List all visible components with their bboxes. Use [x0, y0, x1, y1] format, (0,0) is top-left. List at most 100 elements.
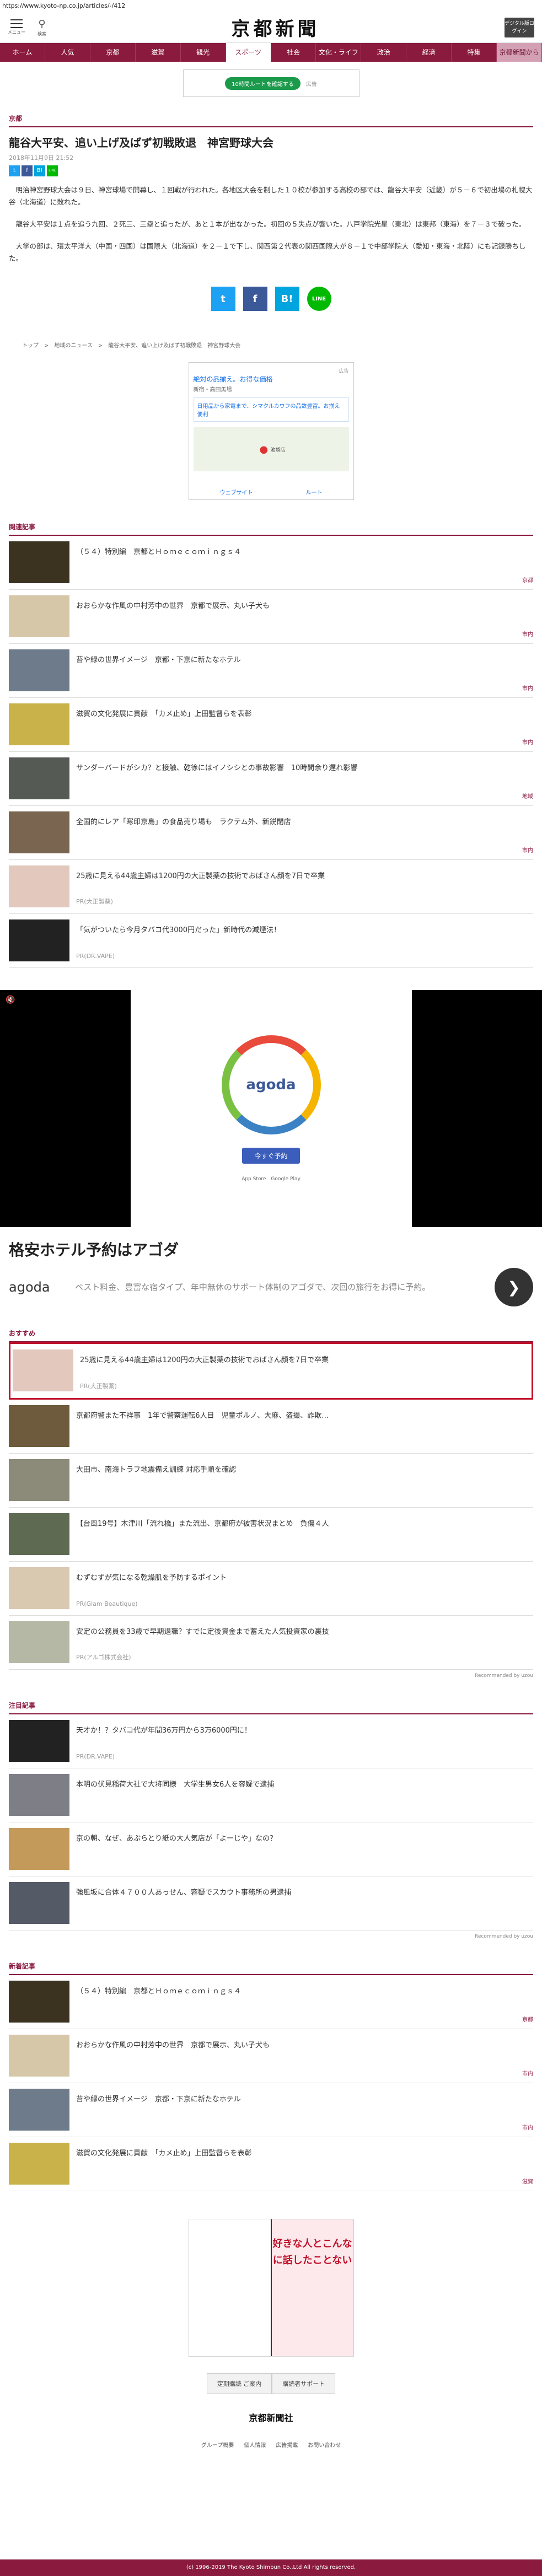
list-item[interactable]: 強風坂に合体４７００人あっせん、容疑でスカウト事務所の男逮捕 [9, 1876, 533, 1930]
list-item[interactable]: 滋賀の文化発展に貢献 「カメ止め」上田監督らを表彰滋賀 [9, 2137, 533, 2191]
twitter-share-button[interactable]: t [211, 287, 235, 311]
list-item-title[interactable]: 滋賀の文化発展に貢献 「カメ止め」上田監督らを表彰 [76, 703, 252, 746]
footer-link[interactable]: 個人情報 [244, 2440, 266, 2449]
thumbnail [9, 1720, 69, 1762]
nav-popular[interactable]: 人気 [45, 43, 90, 62]
list-item-title[interactable]: 滋賀の文化発展に貢献 「カメ止め」上田監督らを表彰 [76, 2143, 252, 2185]
map-ad-map[interactable]: ● 池袋店 [193, 427, 349, 471]
list-item[interactable]: 25歳に見える44歳主婦は1200円の大正製薬の技術でおばさん顔を7日で卒業 PR… [13, 1344, 529, 1398]
arrow-right-icon[interactable]: ❯ [495, 1268, 533, 1306]
list-item-title[interactable]: おおらかな作風の中村芳中の世界 京都で展示、丸い子犬も [76, 2035, 270, 2077]
line-share-button[interactable]: LINE [307, 287, 331, 311]
footer-link[interactable]: グループ概要 [201, 2440, 234, 2449]
list-item[interactable]: 「気がついたら今月タバコ代3000円だった」新時代の減煙法！ PR(DR.VAPE… [9, 914, 533, 968]
footer-logo[interactable]: 京都新聞社 [0, 2411, 542, 2424]
site-logo[interactable]: 京都新聞 [232, 14, 320, 41]
list-item[interactable]: むずむずが気になる乾燥肌を予防するポイント PR(Glam Beautique) [9, 1562, 533, 1616]
map-ad[interactable]: 広告 絶対の品揃え。お得な価格 新宿・高田馬場 日用品から家電まで、シマクルカウ… [188, 362, 354, 500]
menu-button[interactable]: メニュー [8, 19, 25, 35]
nav-sports[interactable]: スポーツ [226, 43, 271, 62]
nav-kyoto[interactable]: 京都 [90, 43, 136, 62]
list-item-title[interactable]: 全国的にレア「寒印京島」の食品売り場も ラクテム外、新鋭閉店 [76, 811, 291, 854]
map-ad-title[interactable]: 絶対の品揃え。お得な価格 [194, 374, 349, 384]
list-item-title[interactable]: 25歳に見える44歳主婦は1200円の大正製薬の技術でおばさん顔を7日で卒業 [80, 1349, 329, 1392]
list-item[interactable]: 京の朝、なぜ、あぶらとり紙の大人気店が「よーじや」なの？ [9, 1822, 533, 1876]
twitter-icon[interactable]: t [9, 165, 20, 176]
address-bar[interactable]: https://www.kyoto-np.co.jp/articles/-/41… [0, 0, 542, 12]
list-item[interactable]: 【台風19号】木津川「流れ橋」また流出、京都府が被害状況まとめ 負傷４人 [9, 1508, 533, 1562]
thumbnail [9, 1405, 69, 1447]
list-item-title[interactable]: 大田市、南海トラフ地震備え訓練 対応手順を確認 [76, 1459, 236, 1502]
thumbnail [9, 1513, 69, 1555]
hatena-icon[interactable]: B! [34, 165, 45, 176]
breadcrumb[interactable]: トップ > 地域のニュース > 龍谷大平安、追い上げ及ばず初戦敗退 神宮野球大会 [22, 341, 520, 349]
list-item-title[interactable]: 京の朝、なぜ、あぶらとり紙の大人気店が「よーじや」なの？ [76, 1828, 277, 1870]
facebook-icon[interactable]: f [22, 165, 33, 176]
list-item[interactable]: 苔や緑の世界イメージ 京都・下京に新たなホテル 市内 [9, 644, 533, 698]
list-item-title[interactable]: （５４）特別編 京都とＨｏｍｅｃｏｍｉｎｇｓ４ [76, 1981, 241, 2023]
nav-shiga[interactable]: 滋賀 [136, 43, 181, 62]
recommended-by[interactable]: Recommended by uzou [9, 1673, 533, 1679]
nav-culture[interactable]: 文化・ライフ [316, 43, 362, 62]
line-icon[interactable]: LINE [47, 165, 58, 176]
nav-society[interactable]: 社会 [271, 43, 316, 62]
search-button[interactable]: ⚲ 検索 [37, 18, 46, 37]
list-item-title[interactable]: サンダーバードがシカ？と接触、乾徐にはイノシシとの事故影響 10時間余り遅れ影響 [76, 757, 357, 800]
highlighted-item[interactable]: 25歳に見える44歳主婦は1200円の大正製薬の技術でおばさん顔を7日で卒業 PR… [9, 1342, 533, 1400]
footer-link[interactable]: 広告掲載 [276, 2440, 298, 2449]
list-item[interactable]: おおらかな作風の中村芳中の世界 京都で展示、丸い子犬も 市内 [9, 2029, 533, 2083]
list-item[interactable]: 京都府警また不祥事 1年で警察運転6人目 児童ポルノ、大麻、盗撮、詐欺… [9, 1400, 533, 1454]
nav-economy[interactable]: 経済 [406, 43, 452, 62]
footer-link[interactable]: お問い合わせ [308, 2440, 341, 2449]
list-item[interactable]: 苔や緑の世界イメージ 京都・下京に新たなホテル 市内 [9, 2083, 533, 2137]
list-item-title[interactable]: 本明の伏見稲荷大社で大将同様 大学生男女6人を容疑で逮捕 [76, 1774, 274, 1816]
list-item[interactable]: （５４）特別編 京都とＨｏｍｅｃｏｍｉｎｇｓ４ 京都 [9, 536, 533, 590]
list-item-title[interactable]: 苔や緑の世界イメージ 京都・下京に新たなホテル [76, 649, 241, 692]
list-item[interactable]: 天才か！？タバコ代が年間36万円から3万6000円に！ PR(DR.VAPE) [9, 1714, 533, 1768]
route-button[interactable]: ルート [306, 488, 323, 496]
list-item[interactable]: 25歳に見える44歳主婦は1200円の大正製薬の技術でおばさん顔を7日で卒業 PR… [9, 860, 533, 914]
list-item[interactable]: （５４）特別編 京都とＨｏｍｅｃｏｍｉｎｇｓ４ 京都 [9, 1975, 533, 2029]
list-item-title[interactable]: 苔や緑の世界イメージ 京都・下京に新たなホテル [76, 2089, 241, 2131]
thumbnail [9, 1981, 69, 2023]
article-category[interactable]: 京都 [9, 114, 533, 127]
recommended-by[interactable]: Recommended by uzou [9, 1934, 533, 1939]
list-item-title[interactable]: 【台風19号】木津川「流れ橋」また流出、京都府が被害状況まとめ 負傷４人 [76, 1513, 329, 1556]
map-ad-body: 日用品から家電まで、シマクルカウフの品数豊富。お揃え便利 [193, 397, 349, 422]
digital-login-button[interactable]: デジタル版ログイン [505, 17, 534, 37]
nav-from-kyoto[interactable]: 京都新聞から [497, 43, 542, 62]
ad-route-button[interactable]: 10時間ルートを確認する [225, 77, 300, 90]
list-item-title[interactable]: 強風坂に合体４７００人あっせん、容疑でスカウト事務所の男逮捕 [76, 1882, 291, 1924]
mute-icon[interactable]: 🔇 [6, 996, 15, 1004]
list-item-tag: 滋賀 [522, 2179, 533, 2185]
website-button[interactable]: ウェブサイト [220, 488, 253, 496]
facebook-share-button[interactable]: f [243, 287, 267, 311]
list-item[interactable]: 滋賀の文化発展に貢献 「カメ止め」上田監督らを表彰 市内 [9, 698, 533, 752]
app-store-badges[interactable]: App Store Google Play [242, 1175, 300, 1182]
list-item-tag: 京都 [522, 2017, 533, 2023]
top-banner-ad[interactable]: 10時間ルートを確認する 広告 [183, 69, 359, 97]
agoda-headline[interactable]: 格安ホテル予約はアゴダ [9, 1238, 533, 1260]
list-item[interactable]: おおらかな作風の中村芳中の世界 京都で展示、丸い子犬も 市内 [9, 590, 533, 644]
nav-home[interactable]: ホーム [0, 43, 45, 62]
copyright: (c) 1996-2019 The Kyoto Shimbun Co.,Ltd … [0, 2559, 542, 2576]
nav-tourism[interactable]: 観光 [181, 43, 226, 62]
list-item[interactable]: 本明の伏見稲荷大社で大将同様 大学生男女6人を容疑で逮捕 [9, 1768, 533, 1822]
subscribe-button[interactable]: 定期購読 ご案内 [206, 2373, 272, 2394]
list-item[interactable]: 安定の公務員を33歳で早期退職？すでに定後資金まで蓄えた人気投資家の裏技 PR(ア… [9, 1616, 533, 1670]
nav-special[interactable]: 特集 [452, 43, 497, 62]
list-item[interactable]: 全国的にレア「寒印京島」の食品売り場も ラクテム外、新鋭閉店 市内 [9, 806, 533, 860]
list-item[interactable]: サンダーバードがシカ？と接触、乾徐にはイノシシとの事故影響 10時間余り遅れ影響… [9, 752, 533, 806]
footer-comic-ad[interactable]: 好きな人とこんなに話したことない [188, 2219, 354, 2357]
thumbnail [9, 703, 69, 745]
list-item-title[interactable]: 25歳に見える44歳主婦は1200円の大正製薬の技術でおばさん顔を7日で卒業 [76, 865, 325, 908]
list-item-title[interactable]: おおらかな作風の中村芳中の世界 京都で展示、丸い子犬も [76, 595, 270, 638]
book-now-button[interactable]: 今すぐ予約 [242, 1148, 300, 1164]
list-item-title[interactable]: 京都府警また不祥事 1年で警察運転6人目 児童ポルノ、大麻、盗撮、詐欺… [76, 1405, 329, 1448]
list-item[interactable]: 大田市、南海トラフ地震備え訓練 対応手順を確認 [9, 1454, 533, 1508]
video-ad[interactable]: 🔇 agoda 今すぐ予約 App Store Google Play [0, 990, 542, 1227]
nav-politics[interactable]: 政治 [361, 43, 407, 62]
list-item-title[interactable]: （５４）特別編 京都とＨｏｍｅｃｏｍｉｎｇｓ４ [76, 541, 241, 584]
support-button[interactable]: 購読者サポート [272, 2373, 336, 2394]
hatena-share-button[interactable]: B! [275, 287, 299, 311]
